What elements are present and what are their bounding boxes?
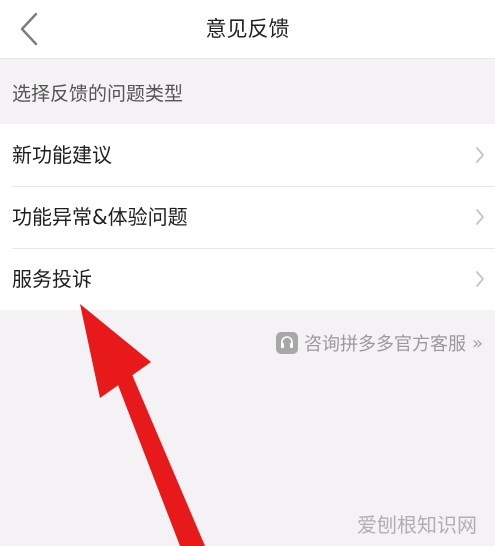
list-item-bug-experience[interactable]: 功能异常&体验问题 (0, 186, 495, 248)
list-item-label: 功能异常&体验问题 (12, 205, 188, 229)
arrow-shaft (113, 365, 205, 546)
list-item-service-complaint[interactable]: 服务投诉 (0, 248, 495, 310)
navigation-bar: 意见反馈 (0, 0, 495, 59)
double-chevron-right-icon: » (471, 332, 483, 354)
chevron-right-icon (476, 209, 484, 225)
official-customer-service-link[interactable]: 咨询拼多多官方客服 » (275, 330, 483, 356)
list-item-new-feature[interactable]: 新功能建议 (0, 124, 495, 186)
list-item-label: 新功能建议 (12, 143, 112, 167)
list-item-label: 服务投诉 (12, 267, 92, 291)
headset-icon (275, 332, 298, 354)
watermark-text: 爱刨根知识网 (357, 513, 477, 537)
feedback-type-list: 新功能建议 功能异常&体验问题 服务投诉 (0, 124, 495, 310)
page-title: 意见反馈 (205, 17, 290, 41)
chevron-right-icon (476, 147, 484, 163)
chevron-right-icon (476, 271, 484, 287)
section-label: 选择反馈的问题类型 (12, 83, 184, 105)
arrow-head (80, 304, 151, 398)
customer-service-label: 咨询拼多多官方客服 (303, 334, 466, 355)
